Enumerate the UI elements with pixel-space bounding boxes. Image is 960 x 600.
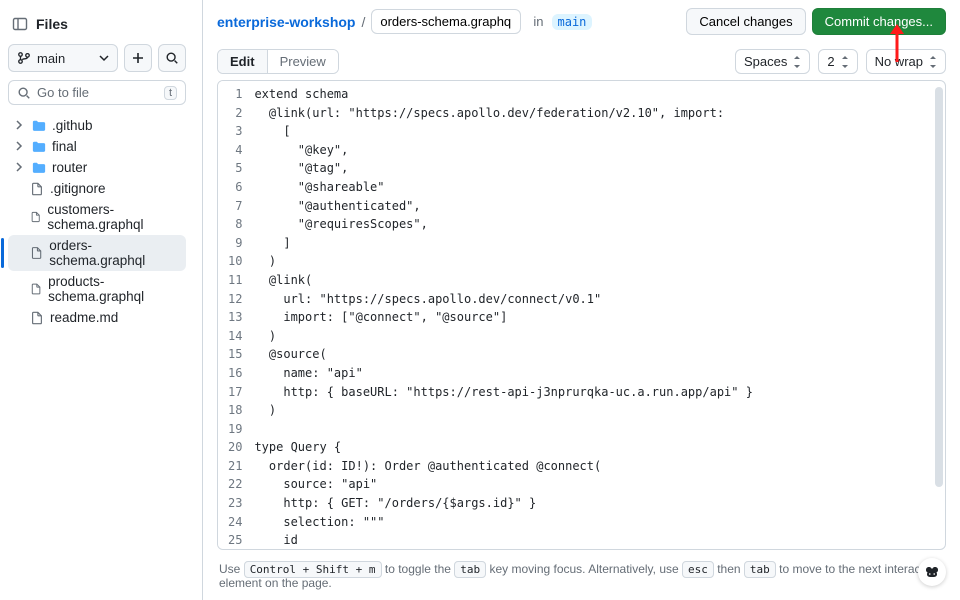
sidebar-title: Files [36,16,68,32]
line-gutter: 1 2 3 4 5 6 7 8 9 10 11 12 13 14 15 16 1… [218,81,254,549]
sidebar-header: Files [8,8,186,44]
folder-icon [32,161,46,175]
indent-mode-select[interactable]: Spaces [735,49,810,74]
edit-preview-toggle: Edit Preview [217,49,339,74]
caret-down-icon [99,53,109,63]
chevron-right-icon [14,141,24,151]
branch-name: main [37,51,65,66]
tree-file[interactable]: products-schema.graphql [8,271,186,307]
commit-button[interactable]: Commit changes... [812,8,946,35]
cancel-button[interactable]: Cancel changes [686,8,805,35]
copilot-button[interactable] [918,558,946,586]
file-filter-input[interactable]: Go to file t [8,80,186,105]
filename-input[interactable] [371,9,521,34]
tree-file[interactable]: customers-schema.graphql [8,199,186,235]
branch-icon [17,51,31,65]
main-area: enterprise-workshop / in main Cancel cha… [203,0,960,600]
editor-toolbar: Edit Preview Spaces 2 No wrap [203,43,960,80]
tree-file[interactable]: orders-schema.graphql [8,235,186,271]
plus-icon [131,51,145,65]
file-tree: .githubfinalrouter.gitignorecustomers-sc… [8,115,186,328]
folder-icon [32,119,46,133]
branch-tag[interactable]: main [552,14,593,30]
files-sidebar: Files main Go to file t .githubfinalrout… [0,0,203,600]
repo-link[interactable]: enterprise-workshop [217,14,355,30]
topbar: enterprise-workshop / in main Cancel cha… [203,0,960,43]
file-icon [30,282,42,296]
indent-size-select[interactable]: 2 [818,49,857,74]
updown-icon [793,56,801,68]
wrap-select[interactable]: No wrap [866,49,946,74]
tab-preview[interactable]: Preview [267,50,338,73]
file-icon [30,246,43,260]
filter-hotkey: t [164,86,177,100]
tree-folder[interactable]: .github [8,115,186,136]
tree-folder[interactable]: router [8,157,186,178]
search-icon [165,51,179,65]
file-icon [30,311,44,325]
updown-icon [841,56,849,68]
editor: 1 2 3 4 5 6 7 8 9 10 11 12 13 14 15 16 1… [217,80,946,550]
file-icon [30,210,41,224]
filter-placeholder: Go to file [37,85,89,100]
tree-file[interactable]: .gitignore [8,178,186,199]
search-button[interactable] [158,44,186,72]
branch-selector[interactable]: main [8,44,118,72]
code-area[interactable]: extend schema @link(url: "https://specs.… [254,81,945,549]
in-label: in [533,14,543,29]
tab-edit[interactable]: Edit [218,50,267,73]
tree-file[interactable]: readme.md [8,307,186,328]
keyboard-hint: Use Control + Shift + m to toggle the ta… [203,556,960,600]
copilot-icon [924,564,940,580]
chevron-right-icon [14,120,24,130]
tree-folder[interactable]: final [8,136,186,157]
sidebar-collapse-icon[interactable] [12,16,28,32]
scrollbar-thumb[interactable] [935,87,943,487]
updown-icon [929,56,937,68]
add-file-button[interactable] [124,44,152,72]
chevron-right-icon [14,162,24,172]
editor-scroll[interactable]: 1 2 3 4 5 6 7 8 9 10 11 12 13 14 15 16 1… [218,81,945,549]
search-icon [17,86,31,100]
folder-icon [32,140,46,154]
file-icon [30,182,44,196]
